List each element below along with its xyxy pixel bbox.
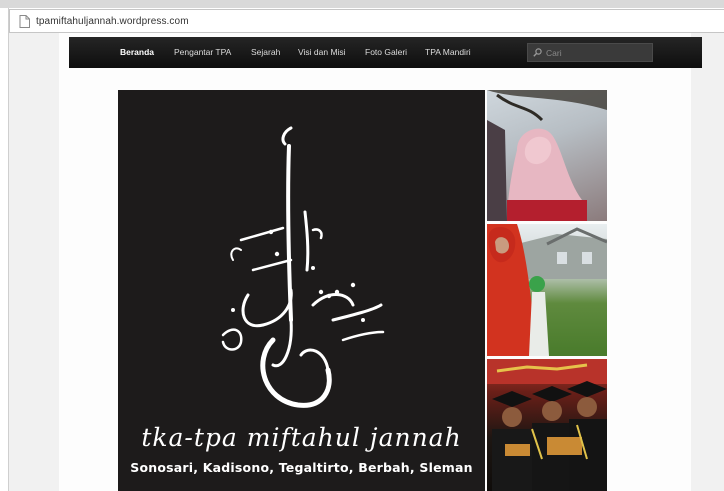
page-icon [19, 14, 30, 28]
arabic-calligraphy-logo [221, 126, 385, 408]
search-icon [533, 48, 542, 57]
nav-item-beranda[interactable]: Beranda [120, 37, 154, 68]
url-text[interactable]: tpamiftahuljannah.wordpress.com [36, 16, 189, 27]
browser-chrome-top [0, 0, 724, 8]
nav-item-sejarah[interactable]: Sejarah [251, 37, 280, 68]
search-box[interactable] [527, 43, 653, 62]
main-navigation: Beranda Pengantar TPA Sejarah Visi dan M… [69, 37, 702, 68]
hero-subtitle: Sonosari, Kadisono, Tegaltirto, Berbah, … [130, 460, 473, 475]
nav-item-tpa-mandiri[interactable]: TPA Mandiri [425, 37, 471, 68]
nav-item-visi-dan-misi[interactable]: Visi dan Misi [298, 37, 346, 68]
nav-item-foto-galeri[interactable]: Foto Galeri [365, 37, 407, 68]
header-image: tka-tpa miftahul jannah Sonosari, Kadiso… [118, 90, 485, 491]
search-input[interactable] [546, 47, 646, 58]
gallery-thumbnail-girl-hijab[interactable] [487, 90, 607, 221]
nav-item-pengantar-tpa[interactable]: Pengantar TPA [174, 37, 231, 68]
gallery-thumbnail-child-red-hijab[interactable] [487, 224, 607, 356]
address-bar[interactable]: tpamiftahuljannah.wordpress.com [9, 9, 724, 33]
gallery-thumbnail-graduation[interactable] [487, 359, 607, 491]
browser-left-edge [0, 8, 9, 491]
hero-title: tka-tpa miftahul jannah [141, 423, 462, 452]
